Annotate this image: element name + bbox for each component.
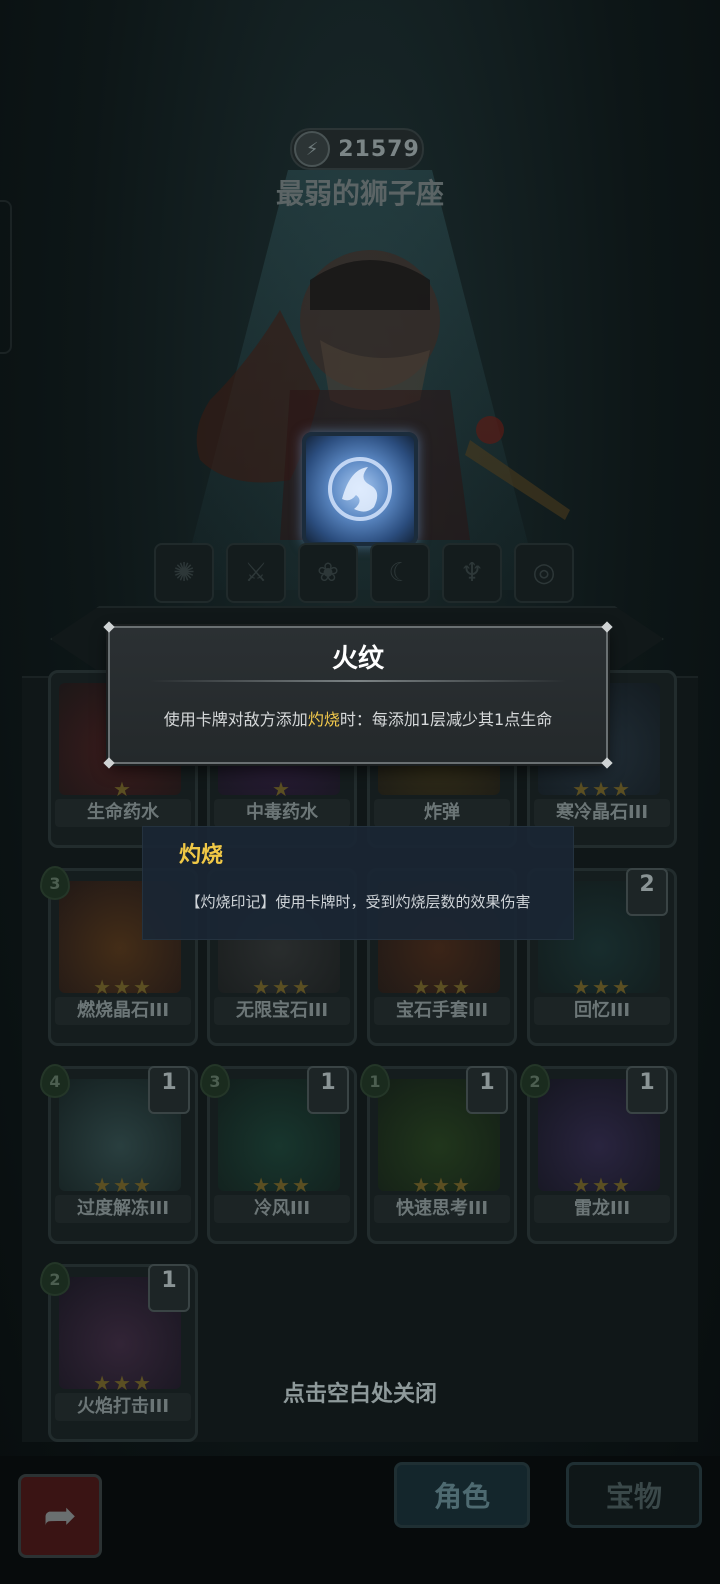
card-count-badge: 2 bbox=[626, 868, 668, 916]
card-stars: ★ bbox=[113, 777, 133, 801]
card-stars: ★★★ bbox=[572, 1173, 632, 1197]
back-arrow-icon: ➦ bbox=[43, 1493, 77, 1539]
card-stars: ★★★ bbox=[572, 975, 632, 999]
card-name: 无限宝石III bbox=[214, 997, 350, 1025]
card-cost: 2 bbox=[40, 1262, 70, 1296]
card-count-badge: 1 bbox=[626, 1066, 668, 1114]
card-cost: 4 bbox=[40, 1064, 70, 1098]
card-name: 雷龙III bbox=[534, 1195, 670, 1223]
swirl-icon[interactable]: ◎ bbox=[514, 543, 574, 603]
tooltip-divider bbox=[150, 680, 566, 682]
back-button[interactable]: ➦ bbox=[18, 1474, 102, 1558]
desc-suffix: 时：每添加1层减少其1点生命 bbox=[339, 710, 553, 729]
card-name: 燃烧晶石III bbox=[55, 997, 191, 1025]
sun-icon[interactable]: ✺ bbox=[154, 543, 214, 603]
score-value: 21579 bbox=[338, 136, 420, 162]
card-stars: ★★★ bbox=[252, 1173, 312, 1197]
card-count-badge: 1 bbox=[148, 1066, 190, 1114]
close-hint[interactable]: 点击空白处关闭 bbox=[0, 1376, 720, 1408]
card-name: 回忆III bbox=[534, 997, 670, 1025]
card-stars: ★★★ bbox=[412, 1173, 472, 1197]
keyword-title: 灼烧 bbox=[179, 843, 224, 868]
fire-pattern-icon[interactable] bbox=[302, 432, 418, 546]
card-cost: 3 bbox=[40, 866, 70, 900]
card-stars: ★★★ bbox=[93, 1173, 153, 1197]
score-badge: ⚡ 21579 bbox=[290, 128, 424, 170]
card-stars: ★★★ bbox=[93, 975, 153, 999]
flame-swirl-icon bbox=[328, 457, 392, 521]
tab-treasure[interactable]: 宝物 bbox=[566, 1462, 702, 1528]
skill-tooltip: 火纹 使用卡牌对敌方添加灼烧时：每添加1层减少其1点生命 bbox=[103, 621, 613, 769]
card-stars: ★★★ bbox=[412, 975, 472, 999]
power-icon: ⚡ bbox=[294, 131, 331, 167]
keyword-description: 【灼烧印记】使用卡牌时，受到灼烧层数的效果伤害 bbox=[185, 893, 531, 911]
skill-slots: ✺ ⚔ ❀ ☾ ♆ ◎ bbox=[154, 543, 574, 603]
card-stars: ★★★ bbox=[252, 975, 312, 999]
keyword-tooltip: 灼烧 【灼烧印记】使用卡牌时，受到灼烧层数的效果伤害 bbox=[142, 826, 574, 940]
card-name: 生命药水 bbox=[55, 799, 191, 827]
tooltip-description: 使用卡牌对敌方添加灼烧时：每添加1层减少其1点生命 bbox=[110, 706, 606, 730]
side-handle bbox=[0, 200, 12, 354]
character-title: 最弱的狮子座 bbox=[275, 177, 444, 210]
card-name: 快速思考III bbox=[374, 1195, 510, 1223]
claw-icon[interactable]: ⚔ bbox=[226, 543, 286, 603]
card-count-badge: 1 bbox=[148, 1264, 190, 1312]
card-name: 寒冷晶石III bbox=[534, 799, 670, 827]
flower-icon[interactable]: ❀ bbox=[298, 543, 358, 603]
card-name: 炸弹 bbox=[374, 799, 510, 827]
desc-keyword[interactable]: 灼烧 bbox=[308, 710, 340, 729]
card-count-badge: 1 bbox=[466, 1066, 508, 1114]
tooltip-title: 火纹 bbox=[331, 644, 384, 674]
card-stars: ★ bbox=[272, 777, 292, 801]
card-cost: 3 bbox=[200, 1064, 230, 1098]
card-name: 冷风III bbox=[214, 1195, 350, 1223]
wave-icon[interactable]: ☾ bbox=[370, 543, 430, 603]
card-cost: 1 bbox=[360, 1064, 390, 1098]
card-name: 中毒药水 bbox=[214, 799, 350, 827]
card-name: 宝石手套III bbox=[374, 997, 510, 1025]
tab-role[interactable]: 角色 bbox=[394, 1462, 530, 1528]
card-name: 过度解冻III bbox=[55, 1195, 191, 1223]
card-cost: 2 bbox=[520, 1064, 550, 1098]
screen[interactable]: ⚡ 21579 最弱的狮子座 ✺ ⚔ ❀ ☾ ♆ ◎ ★ 生命药水 ★ 中毒药水… bbox=[0, 0, 720, 1584]
desc-prefix: 使用卡牌对敌方添加 bbox=[163, 710, 308, 729]
rune-icon[interactable]: ♆ bbox=[442, 543, 502, 603]
card-stars: ★★★ bbox=[572, 777, 632, 801]
card-count-badge: 1 bbox=[307, 1066, 349, 1114]
